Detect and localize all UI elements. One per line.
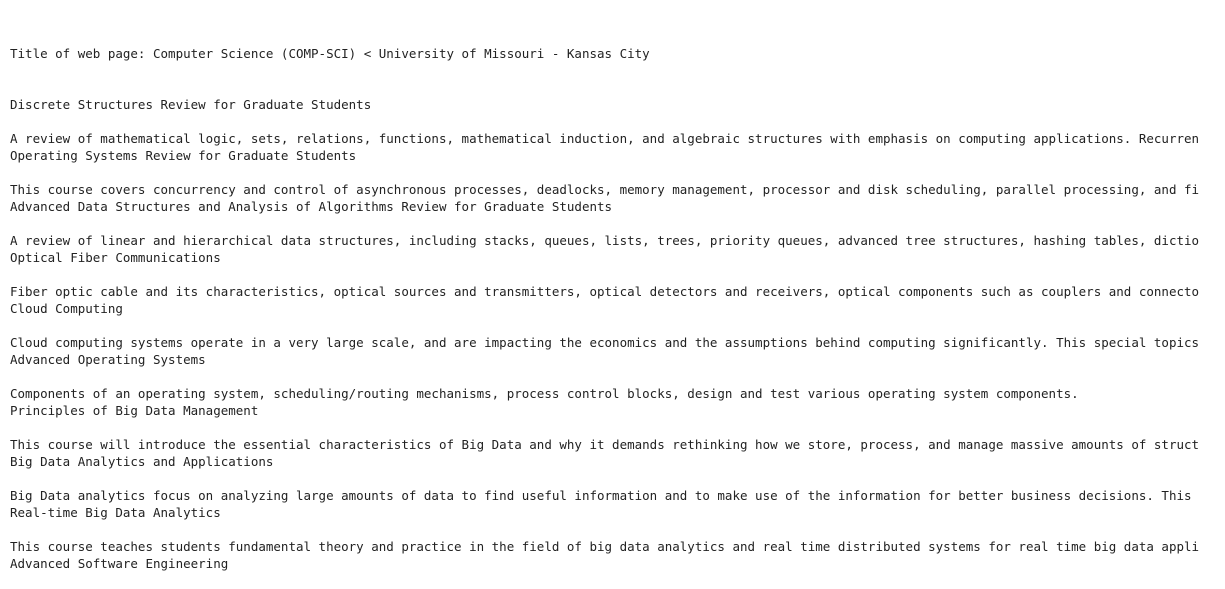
course-title: Principles of Big Data Management	[10, 403, 259, 418]
course-item: Operating Systems Review for Graduate St…	[10, 147, 1225, 198]
course-title: Advanced Operating Systems	[10, 352, 206, 367]
course-title: Advanced Data Structures and Analysis of…	[10, 199, 613, 214]
course-description: Components of an operating system, sched…	[10, 386, 1079, 401]
course-title: Cloud Computing	[10, 301, 123, 316]
course-description: This course covers concurrency and contr…	[10, 182, 1200, 197]
course-description: This course teaches students fundamental…	[10, 539, 1200, 554]
page-title: Title of web page: Computer Science (COM…	[10, 46, 650, 61]
course-description: A review of mathematical logic, sets, re…	[10, 131, 1200, 146]
course-title: Big Data Analytics and Applications	[10, 454, 274, 469]
course-description: This course will introduce the essential…	[10, 437, 1200, 452]
course-item: Real-time Big Data Analytics This course …	[10, 504, 1225, 555]
course-title: Discrete Structures Review for Graduate …	[10, 97, 372, 112]
course-item: Advanced Software Engineering	[10, 555, 1225, 572]
course-item: Discrete Structures Review for Graduate …	[10, 96, 1225, 147]
course-item: Principles of Big Data Management This co…	[10, 402, 1225, 453]
course-title: Advanced Software Engineering	[10, 556, 229, 571]
course-item: Advanced Operating Systems Components of …	[10, 351, 1225, 402]
course-description: A review of linear and hierarchical data…	[10, 233, 1200, 248]
course-item: Optical Fiber Communications Fiber optic …	[10, 249, 1225, 300]
course-item: Advanced Data Structures and Analysis of…	[10, 198, 1225, 249]
course-description: Fiber optic cable and its characteristic…	[10, 284, 1200, 299]
course-description: Cloud computing systems operate in a ver…	[10, 335, 1200, 350]
course-item: Big Data Analytics and Applications Big D…	[10, 453, 1225, 504]
course-description: Big Data analytics focus on analyzing la…	[10, 488, 1192, 503]
course-title: Optical Fiber Communications	[10, 250, 221, 265]
page-text-content: Title of web page: Computer Science (COM…	[10, 11, 1225, 589]
course-list: Discrete Structures Review for Graduate …	[10, 96, 1225, 572]
course-title: Operating Systems Review for Graduate St…	[10, 148, 357, 163]
course-item: Cloud Computing Cloud computing systems o…	[10, 300, 1225, 351]
course-title: Real-time Big Data Analytics	[10, 505, 221, 520]
